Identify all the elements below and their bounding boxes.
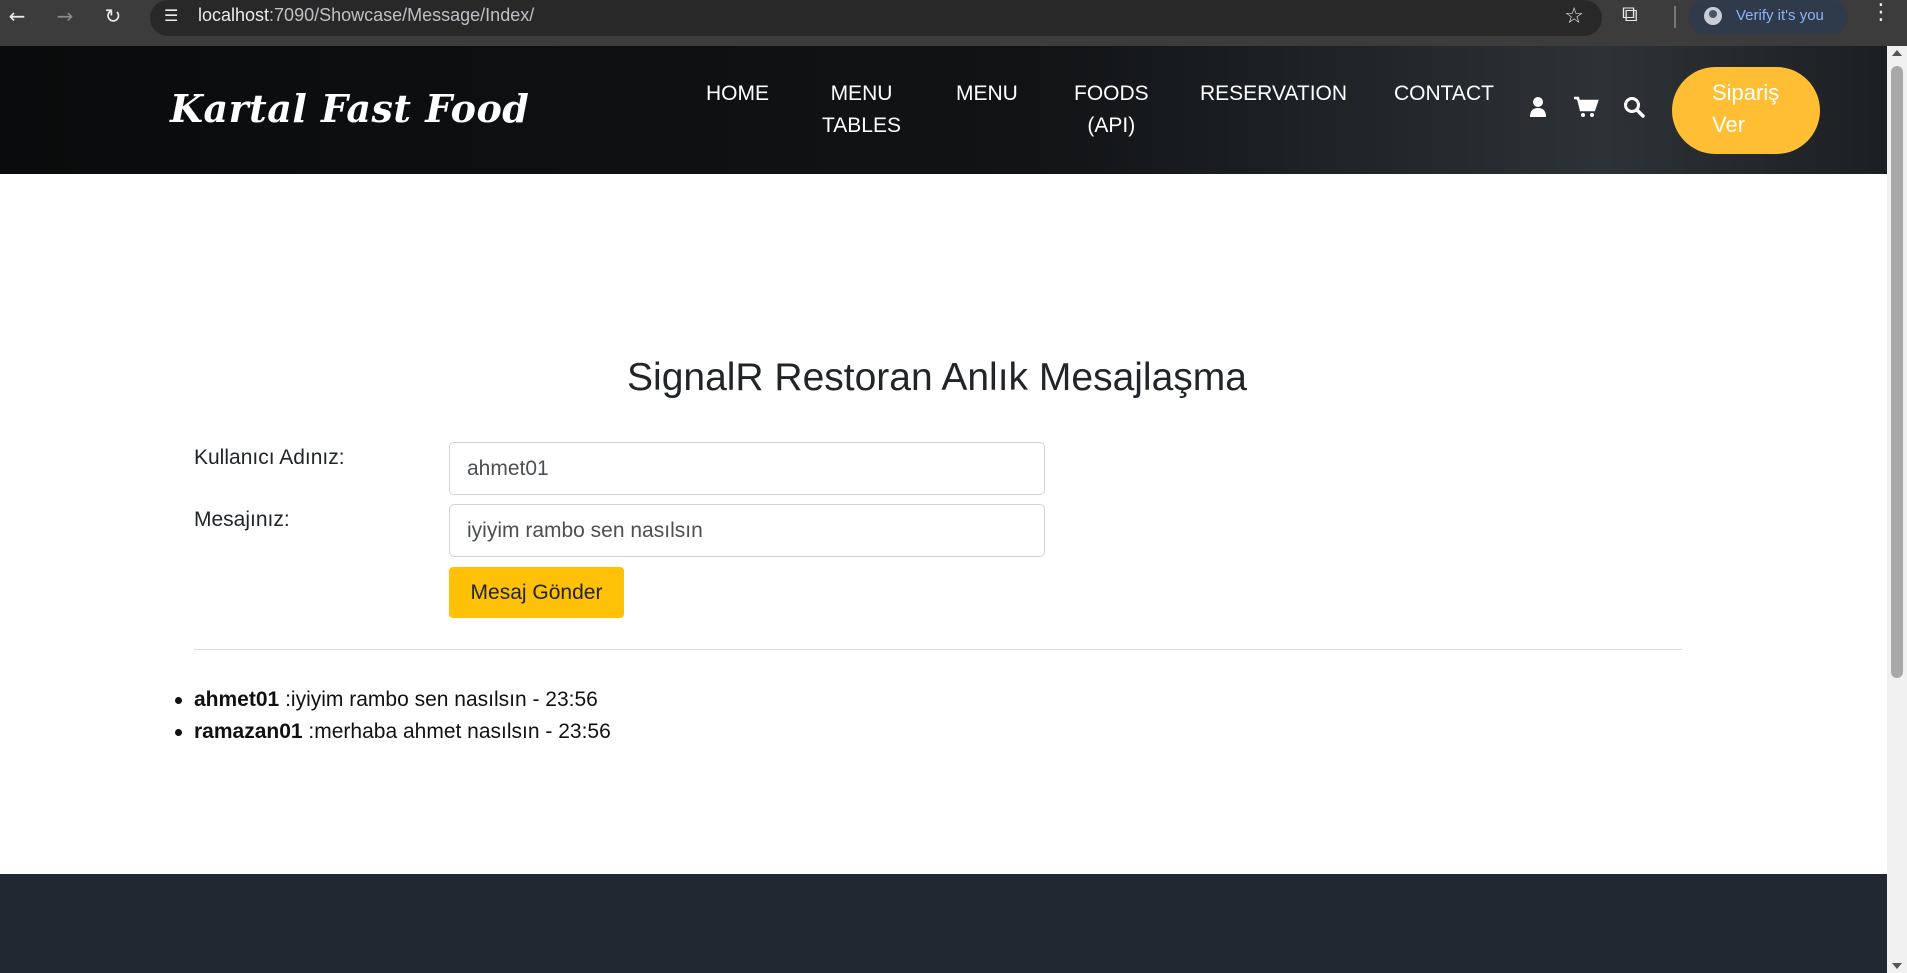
toolbar-divider — [1674, 6, 1676, 28]
username-input[interactable]: ahmet01 — [449, 442, 1045, 495]
scroll-down-icon[interactable] — [1892, 963, 1902, 969]
nav-home[interactable]: HOME — [706, 78, 769, 110]
bookmark-star-icon[interactable]: ☆ — [1564, 4, 1584, 29]
divider — [194, 649, 1682, 650]
nav-contact[interactable]: CONTACT — [1394, 78, 1494, 110]
address-bar[interactable]: ☰ localhost:7090/Showcase/Message/Index/… — [150, 0, 1602, 36]
nav-reservation-label: RESERVATION — [1200, 82, 1348, 105]
nav-foods-line2: (API) — [1087, 114, 1136, 137]
back-icon[interactable]: ← — [2, 2, 32, 32]
site-info-icon[interactable]: ☰ — [164, 6, 178, 25]
order-button[interactable]: Sipariş Ver — [1672, 67, 1820, 154]
scrollbar-thumb[interactable] — [1891, 66, 1903, 678]
reload-icon[interactable]: ↻ — [98, 2, 128, 32]
send-message-button[interactable]: Mesaj Gönder — [449, 567, 624, 618]
order-button-line2: Ver — [1712, 112, 1746, 137]
nav-foods-api[interactable]: FOODS (API) — [1074, 78, 1149, 142]
forward-icon[interactable]: → — [50, 2, 80, 32]
site-header: Kartal Fast Food HOME MENU TABLES MENU F… — [0, 46, 1887, 174]
verify-profile-button[interactable]: Verify it's you — [1688, 0, 1848, 34]
url-text[interactable]: localhost:7090/Showcase/Message/Index/ — [198, 5, 534, 26]
nav-contact-label: CONTACT — [1394, 82, 1494, 105]
order-button-line1: Sipariş — [1712, 80, 1780, 105]
url-path: :7090/Showcase/Message/Index/ — [269, 5, 535, 25]
nav-menu-tables-line1: MENU — [830, 82, 893, 105]
message-label: Mesajınız: — [194, 508, 290, 531]
verify-text: Verify it's you — [1736, 7, 1824, 24]
nav-home-label: HOME — [706, 82, 769, 105]
cart-icon[interactable] — [1573, 96, 1599, 124]
message-text: :merhaba ahmet nasılsın - 23:56 — [308, 720, 611, 743]
nav-menu-label: MENU — [956, 82, 1018, 105]
url-host: localhost — [198, 5, 270, 25]
page-title: SignalR Restoran Anlık Mesajlaşma — [627, 356, 1247, 399]
message-text: :iyiyim rambo sen nasılsın - 23:56 — [285, 688, 598, 711]
site-footer — [0, 874, 1887, 973]
message-input[interactable]: iyiyim rambo sen nasılsın — [449, 504, 1045, 557]
message-list: ahmet01 :iyiyim rambo sen nasılsın - 23:… — [175, 684, 611, 748]
search-icon[interactable] — [1623, 96, 1645, 124]
nav-foods-line1: FOODS — [1074, 82, 1149, 105]
site-logo[interactable]: Kartal Fast Food — [170, 86, 529, 131]
scroll-up-icon[interactable] — [1892, 50, 1902, 56]
nav-menu[interactable]: MENU — [956, 78, 1018, 110]
message-user: ramazan01 — [194, 720, 303, 743]
user-icon[interactable] — [1529, 96, 1547, 124]
username-label: Kullanıcı Adınız: — [194, 446, 345, 469]
nav-reservation[interactable]: RESERVATION — [1200, 78, 1347, 110]
menu-kebab-icon[interactable]: ⋮ — [1870, 0, 1892, 25]
message-user: ahmet01 — [194, 688, 280, 711]
page-scrollbar[interactable] — [1887, 46, 1907, 973]
message-item: ramazan01 :merhaba ahmet nasılsın - 23:5… — [175, 716, 611, 748]
nav-menu-tables-line2: TABLES — [822, 114, 901, 137]
extensions-icon[interactable]: ⧉ — [1622, 2, 1638, 27]
browser-chrome: ← → ↻ ☰ localhost:7090/Showcase/Message/… — [0, 0, 1907, 46]
nav-menu-tables[interactable]: MENU TABLES — [822, 78, 901, 142]
profile-avatar — [1704, 7, 1722, 25]
message-item: ahmet01 :iyiyim rambo sen nasılsın - 23:… — [175, 684, 611, 716]
